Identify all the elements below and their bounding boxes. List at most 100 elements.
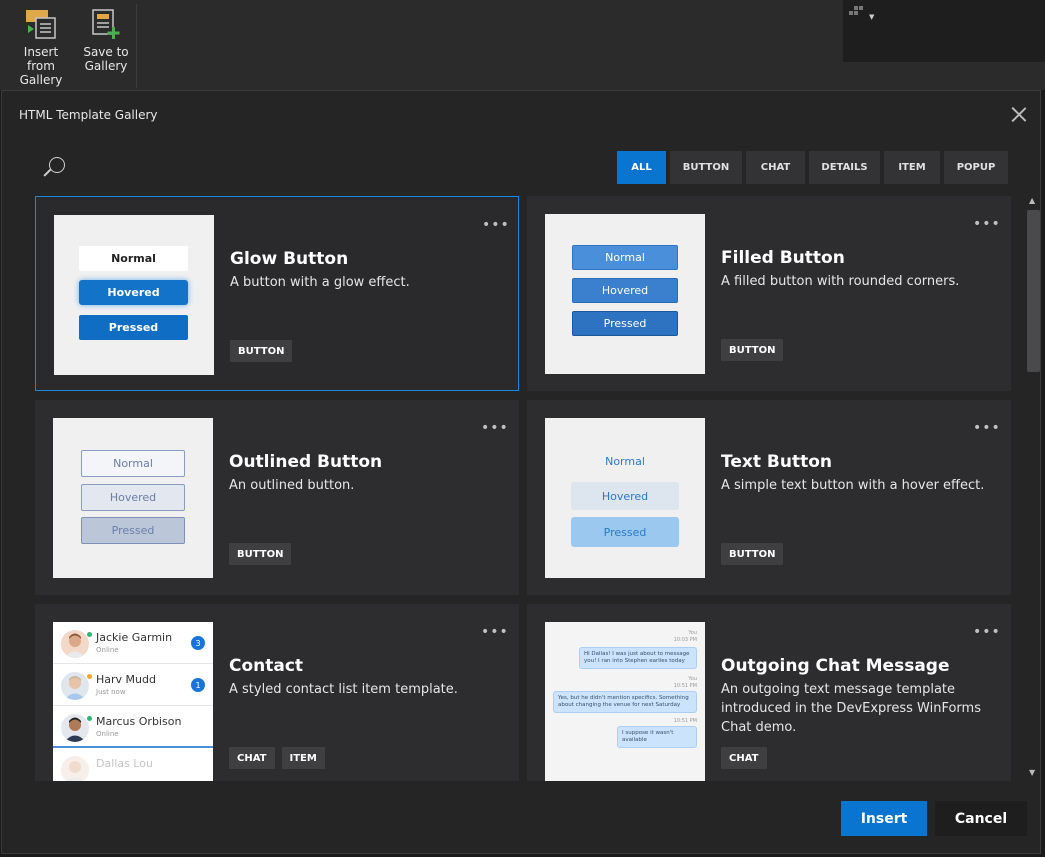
preview-normal: Normal xyxy=(572,245,678,270)
contact-name: Marcus Orbison xyxy=(96,715,182,728)
template-card-glow-button[interactable]: Normal Hovered Pressed Glow Button A but… xyxy=(35,196,519,391)
template-title: Contact xyxy=(229,656,304,676)
tag-badge: BUTTON xyxy=(721,543,784,565)
insert-from-gallery-icon xyxy=(24,8,58,40)
template-card-contact[interactable]: Jackie Garmin Online 3 Harv Mudd Just no… xyxy=(35,604,519,781)
message-sender: You xyxy=(688,676,697,682)
filter-chat[interactable]: CHAT xyxy=(746,151,805,184)
template-description: A button with a glow effect. xyxy=(230,275,410,290)
preview-normal: Normal xyxy=(79,246,188,271)
ribbon-separator xyxy=(136,4,137,88)
away-status-dot xyxy=(87,674,92,679)
preview-pressed: Pressed xyxy=(81,517,185,544)
save-label-line2: Gallery xyxy=(84,59,128,73)
contact-status: Just now xyxy=(96,688,126,696)
tag-badge: BUTTON xyxy=(230,340,293,362)
chat-bubble: Yes, but he didn't mention specifics. So… xyxy=(553,691,697,713)
insert-label-line1: Insert from xyxy=(23,45,59,73)
filter-details[interactable]: DETAILS xyxy=(809,151,880,184)
contact-row: Jackie Garmin Online 3 xyxy=(53,622,213,664)
tag-badge: BUTTON xyxy=(229,543,292,565)
template-description: A filled button with rounded corners. xyxy=(721,274,960,289)
template-card-filled-button[interactable]: Normal Hovered Pressed Filled Button A f… xyxy=(527,196,1011,391)
contact-name: Dallas Lou xyxy=(96,757,153,770)
template-description: A simple text button with a hover effect… xyxy=(721,478,985,493)
unread-count-badge: 1 xyxy=(191,678,205,692)
dropdown-caret-icon[interactable]: ▼ xyxy=(869,13,874,21)
grid-dots-icon xyxy=(849,6,863,20)
insert-label-line2: Gallery xyxy=(19,73,63,87)
template-preview: Normal Hovered Pressed xyxy=(53,418,213,578)
contact-status: Online xyxy=(96,646,119,654)
template-title: Filled Button xyxy=(721,248,845,268)
more-options-icon[interactable]: ••• xyxy=(973,420,1001,436)
save-to-gallery-icon xyxy=(89,8,123,40)
tag-badge: BUTTON xyxy=(721,339,784,361)
filter-button[interactable]: BUTTON xyxy=(670,151,742,184)
cancel-button[interactable]: Cancel xyxy=(935,801,1027,836)
scroll-up-icon[interactable]: ▲ xyxy=(1029,196,1035,205)
contact-row: Marcus Orbison Online xyxy=(53,706,213,748)
message-sender: You xyxy=(688,630,697,636)
contact-row: Harv Mudd Just now 1 xyxy=(53,664,213,706)
online-status-dot xyxy=(87,632,92,637)
template-preview: Jackie Garmin Online 3 Harv Mudd Just no… xyxy=(53,622,213,781)
filter-item[interactable]: ITEM xyxy=(884,151,940,184)
preview-hovered: Hovered xyxy=(571,482,679,510)
scrollbar-thumb[interactable] xyxy=(1027,210,1040,372)
tag-badge: ITEM xyxy=(281,747,325,769)
contact-status: Online xyxy=(96,730,119,738)
preview-pressed: Pressed xyxy=(572,311,678,336)
preview-pressed: Pressed xyxy=(79,315,188,340)
template-card-outgoing-chat-message[interactable]: You 10:03 PM Hi Dallas! I was just about… xyxy=(527,604,1011,781)
template-preview: Normal Hovered Pressed xyxy=(545,418,705,578)
avatar xyxy=(61,714,89,742)
template-description: An outgoing text message template introd… xyxy=(721,682,981,735)
template-preview: Normal Hovered Pressed xyxy=(54,215,214,375)
filter-popup[interactable]: POPUP xyxy=(944,151,1008,184)
contact-name: Jackie Garmin xyxy=(96,631,173,644)
more-options-icon[interactable]: ••• xyxy=(482,217,510,233)
template-preview: You 10:03 PM Hi Dallas! I was just about… xyxy=(545,622,705,781)
template-card-outlined-button[interactable]: Normal Hovered Pressed Outlined Button A… xyxy=(35,400,519,595)
contact-row: Dallas Lou xyxy=(53,748,213,781)
more-options-icon[interactable]: ••• xyxy=(973,624,1001,640)
insert-button[interactable]: Insert xyxy=(841,801,927,836)
online-status-dot xyxy=(87,716,92,721)
preview-normal: Normal xyxy=(81,450,185,477)
save-to-gallery-button[interactable]: Save to Gallery xyxy=(80,8,132,73)
category-filter-bar: ALL BUTTON CHAT DETAILS ITEM POPUP xyxy=(617,151,1008,184)
preview-hovered: Hovered xyxy=(572,278,678,303)
search-icon[interactable] xyxy=(42,155,70,183)
tag-badge: CHAT xyxy=(721,747,767,769)
template-description: A styled contact list item template. xyxy=(229,682,458,697)
template-title: Outgoing Chat Message xyxy=(721,656,950,676)
avatar xyxy=(61,630,89,658)
message-time: 10:51 PM xyxy=(673,683,697,689)
scroll-down-icon[interactable]: ▼ xyxy=(1029,768,1035,777)
more-options-icon[interactable]: ••• xyxy=(481,624,509,640)
unread-count-badge: 3 xyxy=(191,636,205,650)
insert-from-gallery-button[interactable]: Insert from Gallery xyxy=(8,8,74,87)
preview-hovered: Hovered xyxy=(79,280,188,305)
vertical-scrollbar[interactable]: ▲ ▼ xyxy=(1026,196,1040,781)
preview-pressed: Pressed xyxy=(571,517,679,547)
message-time: 10:51 PM xyxy=(673,718,697,724)
more-options-icon[interactable]: ••• xyxy=(973,216,1001,232)
contact-name: Harv Mudd xyxy=(96,673,156,686)
chat-bubble: Hi Dallas! I was just about to message y… xyxy=(579,647,697,669)
template-title: Outlined Button xyxy=(229,452,383,472)
chat-bubble: I suppose it wasn't available xyxy=(617,726,697,748)
close-icon[interactable] xyxy=(1010,105,1028,123)
more-options-icon[interactable]: ••• xyxy=(481,420,509,436)
avatar xyxy=(61,756,89,781)
ribbon-right-panel: ▼ xyxy=(843,0,1045,62)
template-card-text-button[interactable]: Normal Hovered Pressed Text Button A sim… xyxy=(527,400,1011,595)
avatar xyxy=(61,672,89,700)
ribbon-bar: Insert from Gallery Save to Gallery ▼ xyxy=(0,0,1045,90)
template-gallery-dialog: HTML Template Gallery ALL BUTTON CHAT DE… xyxy=(1,90,1041,854)
filter-all[interactable]: ALL xyxy=(617,151,666,184)
template-description: An outlined button. xyxy=(229,478,355,493)
template-title: Text Button xyxy=(721,452,832,472)
template-title: Glow Button xyxy=(230,249,349,269)
